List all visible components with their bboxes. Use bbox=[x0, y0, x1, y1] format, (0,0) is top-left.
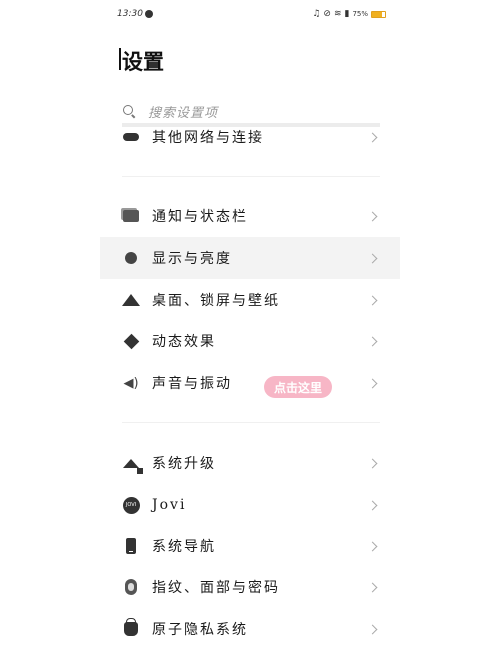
status-icons: ♫ ⊘ ≋ ▮ 75% bbox=[312, 9, 386, 19]
settings-item-jovi[interactable]: JOVI Jovi bbox=[100, 484, 400, 526]
settings-item-atomic-privacy[interactable]: 原子隐私系统 bbox=[100, 608, 400, 650]
settings-item-system-navigation[interactable]: 系统导航 bbox=[100, 525, 400, 567]
settings-item-notifications[interactable]: 通知与状态栏 bbox=[100, 195, 400, 237]
chevron-right-icon bbox=[367, 378, 378, 388]
fingerprint-icon bbox=[122, 578, 140, 596]
chevron-right-icon bbox=[367, 624, 378, 634]
speaker-icon: ◀) bbox=[123, 375, 139, 391]
group-divider bbox=[122, 422, 380, 423]
notification-icon bbox=[122, 207, 140, 225]
settings-item-label: 显示与亮度 bbox=[152, 251, 232, 267]
chevron-right-icon bbox=[367, 132, 378, 142]
diamond-icon bbox=[122, 332, 140, 350]
settings-item-dynamic-effects[interactable]: 动态效果 bbox=[100, 320, 400, 362]
settings-item-label: 声音与振动 bbox=[152, 376, 232, 392]
lock-icon bbox=[122, 618, 140, 638]
settings-item-label: 原子隐私系统 bbox=[152, 622, 248, 638]
battery-fill bbox=[372, 11, 382, 17]
mountain-icon bbox=[122, 291, 140, 309]
upgrade-arrow-icon bbox=[122, 454, 143, 474]
status-time: 13:30 bbox=[117, 9, 143, 19]
settings-item-label: 系统升级 bbox=[152, 456, 216, 472]
settings-item-wallpaper[interactable]: 桌面、锁屏与壁纸 bbox=[100, 279, 400, 321]
chevron-right-icon bbox=[367, 253, 378, 263]
battery-icon bbox=[371, 10, 386, 18]
status-bar: 13:30 ♫ ⊘ ≋ ▮ 75% bbox=[100, 6, 400, 24]
chevron-right-icon bbox=[367, 211, 378, 221]
chevron-right-icon bbox=[367, 582, 378, 592]
settings-item-label: Jovi bbox=[152, 497, 187, 513]
wifi-icon: ≋ bbox=[333, 9, 342, 19]
headphone-icon: ♫ bbox=[312, 9, 321, 19]
link-icon bbox=[122, 128, 140, 146]
settings-item-label: 其他网络与连接 bbox=[152, 130, 264, 146]
display-icon bbox=[122, 249, 140, 267]
chevron-right-icon bbox=[367, 336, 378, 346]
settings-item-label: 系统导航 bbox=[152, 539, 216, 555]
mute-icon: ⊘ bbox=[323, 9, 331, 19]
page-title: 设置 bbox=[122, 50, 164, 74]
settings-item-label: 桌面、锁屏与壁纸 bbox=[152, 293, 280, 309]
settings-item-biometrics[interactable]: 指纹、面部与密码 bbox=[100, 566, 400, 608]
settings-item-other-network[interactable]: 其他网络与连接 bbox=[100, 116, 400, 158]
click-here-badge[interactable]: 点击这里 bbox=[264, 376, 332, 398]
settings-item-sound[interactable]: ◀) 声音与振动 bbox=[100, 362, 400, 404]
battery-percent: 75% bbox=[352, 10, 368, 18]
phone-icon bbox=[122, 537, 140, 555]
chevron-right-icon bbox=[367, 500, 378, 510]
settings-item-label: 指纹、面部与密码 bbox=[152, 580, 280, 596]
chevron-right-icon bbox=[367, 458, 378, 468]
settings-screen: 13:30 ♫ ⊘ ≋ ▮ 75% 设置 搜索设置项 其他网络与连接 通知与状态… bbox=[100, 0, 400, 652]
settings-item-display[interactable]: 显示与亮度 bbox=[100, 237, 400, 279]
text-cursor bbox=[119, 48, 121, 70]
settings-item-system-upgrade[interactable]: 系统升级 bbox=[100, 442, 400, 484]
chevron-right-icon bbox=[367, 295, 378, 305]
settings-item-label: 动态效果 bbox=[152, 334, 216, 350]
chevron-right-icon bbox=[367, 541, 378, 551]
settings-item-label: 通知与状态栏 bbox=[152, 209, 248, 225]
jovi-icon: JOVI bbox=[122, 496, 140, 514]
group-divider bbox=[122, 176, 380, 177]
signal-icon: ▮ bbox=[344, 9, 350, 19]
notification-dot-icon bbox=[145, 10, 153, 18]
